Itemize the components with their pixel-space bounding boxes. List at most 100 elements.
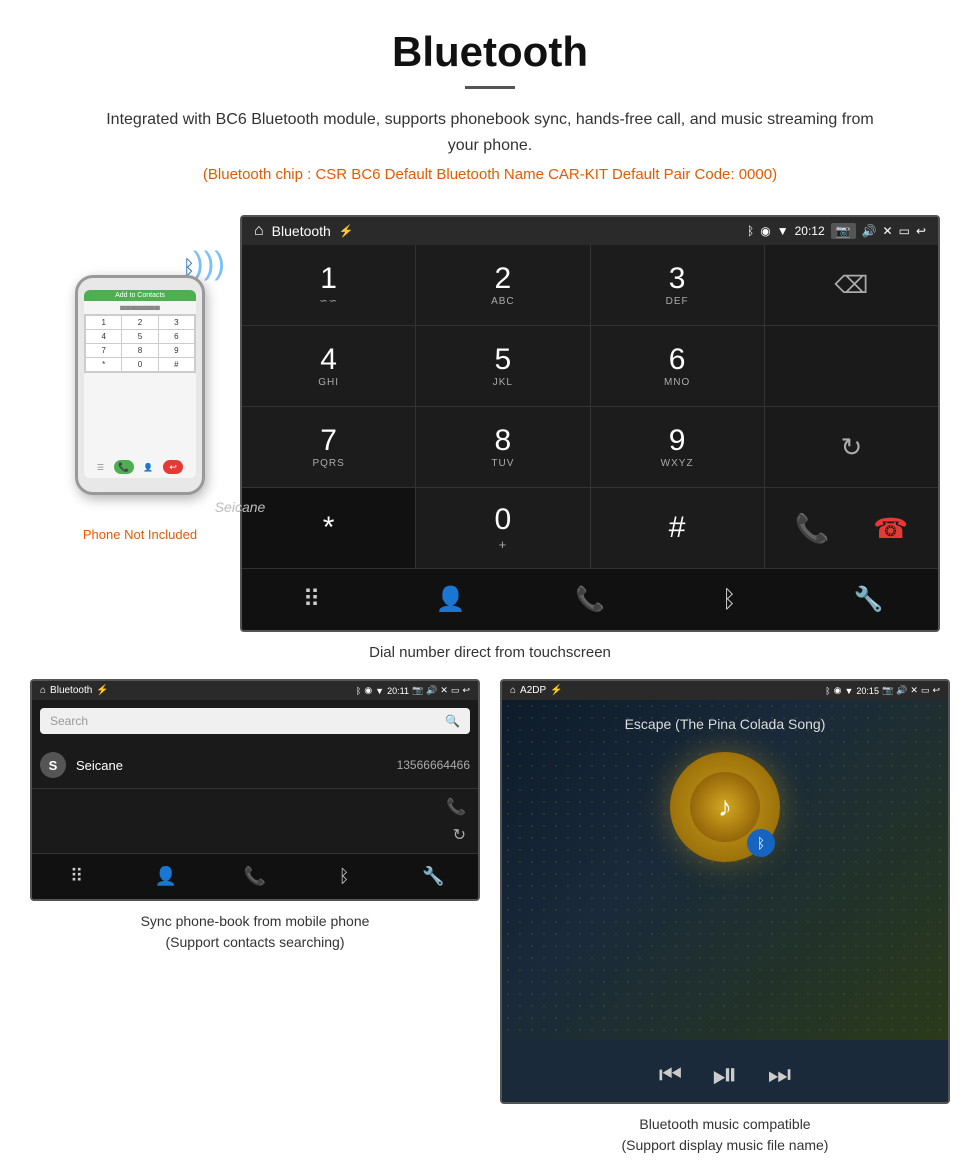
window-icon[interactable]: ▭ — [899, 224, 910, 238]
bottom-nav-bar: ⠿ 👤 📞 ᛒ 🔧 — [242, 568, 938, 630]
music-statusbar-right: ᛒ ◉ ▼ 20:15 📷 🔊 ✕ ▭ ↩ — [825, 685, 940, 696]
home-icon[interactable]: ⌂ — [254, 222, 264, 240]
phone-screen: Add to Contacts ▄▄▄▄▄▄▄▄ 1 2 3 4 5 6 7 8… — [84, 290, 196, 478]
music-app-name: A2DP — [520, 685, 546, 696]
nav-contacts[interactable]: 👤 — [381, 569, 520, 630]
prev-button[interactable]: ⏮ — [659, 1059, 682, 1091]
nav-bluetooth[interactable]: ᛒ — [660, 569, 799, 630]
music-back-icon[interactable]: ↩ — [932, 685, 940, 696]
volume-icon[interactable]: 🔊 — [862, 224, 877, 238]
music-cam-icon[interactable]: 📷 — [882, 685, 893, 696]
phone-dial-cell[interactable]: 9 — [159, 344, 194, 357]
dial-key-5[interactable]: 5 JKL — [416, 326, 589, 406]
phone-dial-cell[interactable]: 2 — [122, 316, 157, 329]
pb-nav-settings[interactable]: 🔧 — [389, 854, 478, 899]
dial-empty-2 — [765, 326, 938, 406]
nav-dialpad[interactable]: ⠿ — [242, 569, 381, 630]
phonebook-actions: 📞 ↻ — [32, 789, 478, 853]
phone-end-button[interactable]: ↩ — [163, 460, 183, 474]
phonebook-search-bar[interactable]: Search 🔍 — [40, 708, 470, 734]
dial-letters: JKL — [493, 377, 513, 388]
phone-dial-cell[interactable]: 5 — [122, 330, 157, 343]
phone-menu-icon[interactable]: ☰ — [97, 463, 104, 472]
dial-refresh-cell: ↻ — [765, 407, 938, 487]
phone-call-button[interactable]: 📞 — [114, 460, 134, 474]
pb-nav-person[interactable]: 👤 — [121, 854, 210, 899]
dial-number: 0 — [495, 505, 512, 535]
nav-settings[interactable]: 🔧 — [799, 569, 938, 630]
dial-letters: ABC — [491, 296, 515, 307]
pb-action-refresh[interactable]: ↻ — [453, 825, 466, 845]
music-vol-icon[interactable]: 🔊 — [896, 685, 907, 696]
music-close-icon[interactable]: ✕ — [910, 685, 918, 696]
dial-number: 6 — [669, 345, 686, 375]
dial-key-6[interactable]: 6 MNO — [591, 326, 764, 406]
music-album-art: ♪ ᛒ — [670, 752, 780, 862]
dial-key-4[interactable]: 4 GHI — [242, 326, 415, 406]
pb-home-icon[interactable]: ⌂ — [40, 685, 46, 696]
dial-key-9[interactable]: 9 WXYZ — [591, 407, 764, 487]
pb-nav-bt[interactable]: ᛒ — [300, 854, 389, 899]
phone-dial-grid: 1 2 3 4 5 6 7 8 9 * 0 # — [84, 314, 196, 373]
pb-nav-dialpad[interactable]: ⠿ — [32, 854, 121, 899]
search-icon[interactable]: 🔍 — [445, 714, 460, 728]
phone-dial-cell[interactable]: * — [86, 358, 121, 371]
pb-cam-icon[interactable]: 📷 — [412, 685, 423, 696]
refresh-icon[interactable]: ↻ — [840, 432, 862, 463]
music-win-icon[interactable]: ▭ — [921, 685, 930, 696]
call-green-icon[interactable]: 📞 — [795, 512, 830, 545]
dial-key-7[interactable]: 7 PQRS — [242, 407, 415, 487]
dial-key-3[interactable]: 3 DEF — [591, 245, 764, 325]
music-home-icon[interactable]: ⌂ — [510, 685, 516, 696]
music-statusbar: ⌂ A2DP ⚡ ᛒ ◉ ▼ 20:15 📷 🔊 ✕ ▭ ↩ — [502, 681, 948, 700]
contact-letter: S — [40, 752, 66, 778]
playpause-button[interactable]: ⏯ — [712, 1056, 738, 1094]
pb-win-icon[interactable]: ▭ — [451, 685, 460, 696]
nav-phone[interactable]: 📞 — [520, 569, 659, 630]
bluetooth-waves-icon: ))) — [193, 245, 225, 282]
phone-dial-cell[interactable]: 4 — [86, 330, 121, 343]
pb-close-icon[interactable]: ✕ — [440, 685, 448, 696]
phonebook-statusbar: ⌂ Bluetooth ⚡ ᛒ ◉ ▼ 20:11 📷 🔊 ✕ ▭ ↩ — [32, 681, 478, 700]
phone-dial-cell[interactable]: 1 — [86, 316, 121, 329]
phonebook-contact-row[interactable]: S Seicane 13566664466 — [32, 742, 478, 789]
phone-dial-cell[interactable]: 6 — [159, 330, 194, 343]
pb-back-icon[interactable]: ↩ — [462, 685, 470, 696]
phone-dial-cell[interactable]: 7 — [86, 344, 121, 357]
phone-dial-cell[interactable]: 0 — [122, 358, 157, 371]
dial-letters: PQRS — [312, 458, 344, 469]
music-sig-icon: ▼ — [845, 686, 854, 696]
dial-key-0[interactable]: 0 + — [416, 488, 589, 568]
dial-key-1[interactable]: 1 ∽∽ — [242, 245, 415, 325]
page-title: Bluetooth — [0, 28, 980, 76]
phone-contacts-icon[interactable]: 👤 — [143, 463, 153, 472]
back-icon[interactable]: ↩ — [916, 224, 926, 238]
backspace-icon[interactable]: ⌫ — [834, 271, 868, 300]
statusbar-usb-icon: ⚡ — [339, 224, 354, 238]
main-screen-section: ))) ᛒ Add to Contacts ▄▄▄▄▄▄▄▄ 1 2 3 4 5… — [0, 215, 980, 632]
statusbar: ⌂ Bluetooth ⚡ ᛒ ◉ ▼ 20:12 📷 🔊 ✕ ▭ ↩ — [242, 217, 938, 245]
call-red-icon[interactable]: ☎ — [873, 512, 908, 545]
phone-dial-cell[interactable]: 8 — [122, 344, 157, 357]
dial-key-2[interactable]: 2 ABC — [416, 245, 589, 325]
phone-screen-header: Add to Contacts — [84, 290, 196, 301]
pb-action-call[interactable]: 📞 — [446, 797, 466, 817]
dial-call-buttons: 📞 ☎ — [765, 488, 938, 568]
pb-vol-icon[interactable]: 🔊 — [426, 685, 437, 696]
music-usb-icon: ⚡ — [550, 685, 562, 696]
camera-icon[interactable]: 📷 — [831, 223, 856, 239]
search-placeholder: Search — [50, 714, 88, 728]
phone-dial-cell[interactable]: 3 — [159, 316, 194, 329]
phonebook-caption: Sync phone-book from mobile phone (Suppo… — [141, 911, 370, 953]
close-icon[interactable]: ✕ — [883, 224, 893, 238]
pb-nav-phone[interactable]: 📞 — [210, 854, 299, 899]
phone-dial-cell[interactable]: # — [159, 358, 194, 371]
page-description: Integrated with BC6 Bluetooth module, su… — [100, 107, 880, 158]
pb-app-name: Bluetooth — [50, 685, 92, 696]
pb-sig-icon: ▼ — [375, 686, 384, 696]
dial-key-hash[interactable]: # — [591, 488, 764, 568]
pb-loc-icon: ◉ — [364, 685, 372, 696]
dial-key-star[interactable]: * — [242, 488, 415, 568]
dial-key-8[interactable]: 8 TUV — [416, 407, 589, 487]
next-button[interactable]: ⏭ — [768, 1059, 791, 1091]
